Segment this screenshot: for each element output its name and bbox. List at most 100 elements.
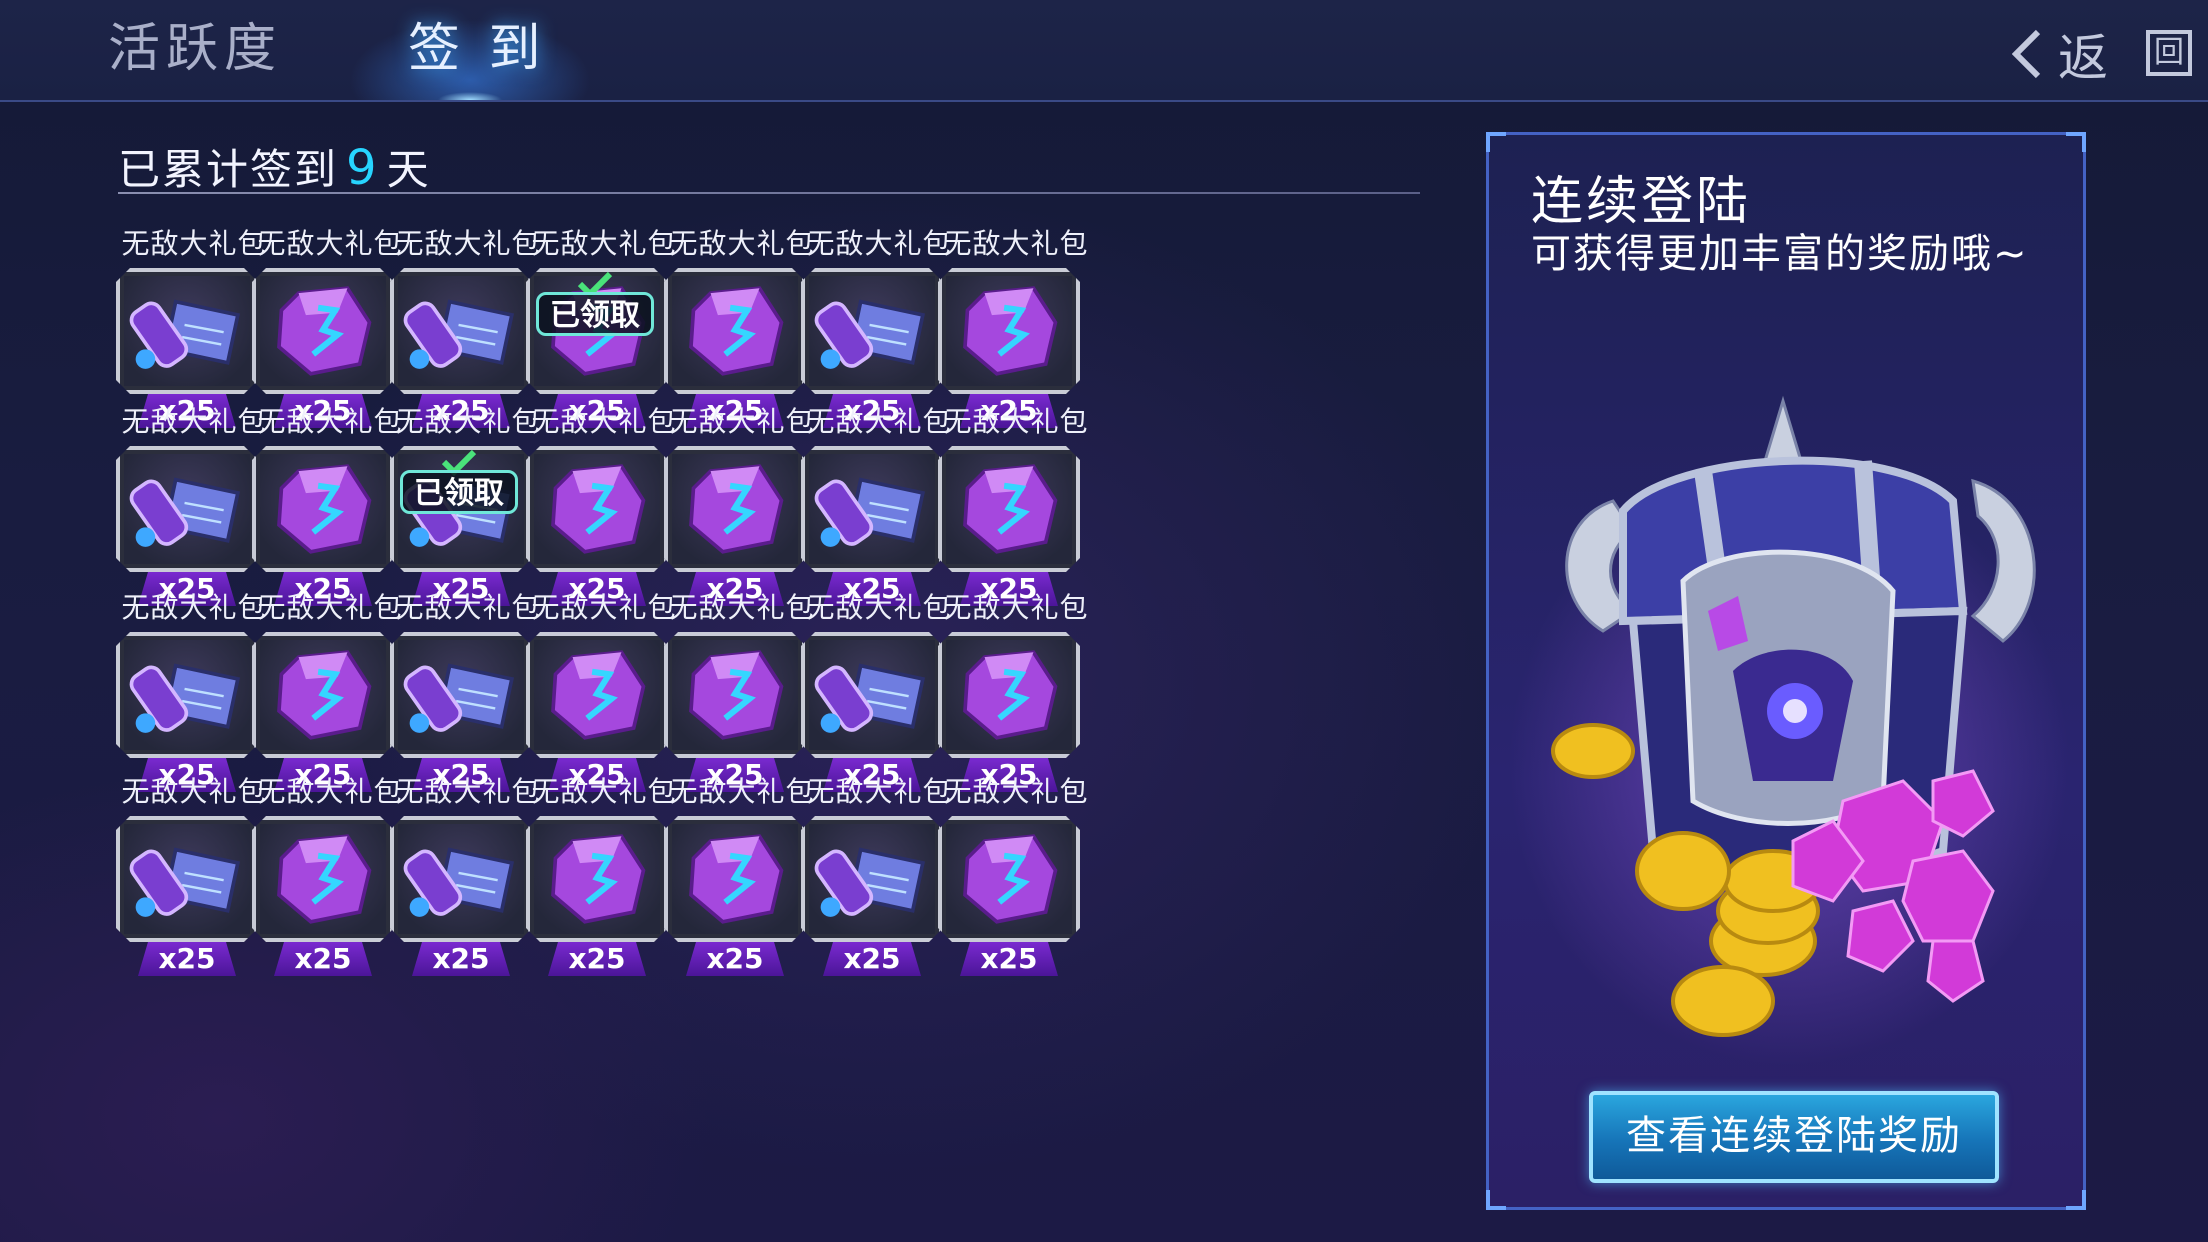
counter-prefix: 已累计签到 xyxy=(118,145,339,194)
reward-slot[interactable] xyxy=(252,268,394,394)
reward-icon xyxy=(124,454,250,564)
reward-slot[interactable] xyxy=(664,632,806,758)
reward-icon xyxy=(809,454,935,564)
reward-slot[interactable] xyxy=(938,816,1080,942)
back-button[interactable]: 返 xyxy=(2012,22,2108,87)
scroll-icon xyxy=(809,454,935,564)
reward-cell[interactable]: 无敌大礼包 x25 xyxy=(930,222,1102,418)
crystal-icon xyxy=(672,276,798,386)
scroll-icon xyxy=(809,276,935,386)
chevron-left-icon xyxy=(2012,29,2041,79)
reward-slot[interactable] xyxy=(526,632,668,758)
claimed-badge: 已领取 xyxy=(536,292,654,336)
reward-icon xyxy=(398,824,524,934)
reward-slot[interactable] xyxy=(664,268,806,394)
reward-quantity: x25 xyxy=(138,942,236,976)
reward-slot[interactable] xyxy=(116,268,258,394)
tab-signin[interactable]: 签 到 xyxy=(408,14,547,84)
scroll-icon xyxy=(124,454,250,564)
reward-slot[interactable] xyxy=(664,446,806,572)
reward-cell[interactable]: 无敌大礼包 x25 xyxy=(930,770,1102,966)
reward-icon xyxy=(124,640,250,750)
reward-slot[interactable] xyxy=(664,816,806,942)
reward-icon xyxy=(260,276,386,386)
panel-corner xyxy=(2066,132,2086,152)
crystal-icon xyxy=(946,454,1072,564)
counter-days: 9 xyxy=(346,140,379,196)
reward-slot[interactable] xyxy=(390,268,532,394)
panel-corner xyxy=(1486,1190,1506,1210)
tab-activity[interactable]: 活跃度 xyxy=(108,14,282,84)
panel-subtitle: 可获得更加丰富的奖励哦~ xyxy=(1531,231,2029,277)
reward-icon xyxy=(809,276,935,386)
reward-slot[interactable] xyxy=(526,816,668,942)
active-tab-indicator xyxy=(438,88,502,100)
scroll-icon xyxy=(124,824,250,934)
back-label: 返 xyxy=(2058,29,2108,87)
reward-icon xyxy=(398,640,524,750)
reward-slot[interactable] xyxy=(390,816,532,942)
reward-icon xyxy=(809,824,935,934)
reward-slot[interactable] xyxy=(252,632,394,758)
reward-quantity: x25 xyxy=(412,942,510,976)
reward-quantity: x25 xyxy=(548,942,646,976)
scroll-icon xyxy=(809,640,935,750)
reward-name: 无敌大礼包 xyxy=(943,591,1089,624)
reward-slot[interactable] xyxy=(801,446,943,572)
scroll-icon xyxy=(398,640,524,750)
view-continuous-rewards-button[interactable]: 查看连续登陆奖励 xyxy=(1589,1091,1999,1183)
reward-slot[interactable] xyxy=(938,632,1080,758)
scroll-icon xyxy=(124,276,250,386)
reward-icon xyxy=(534,640,660,750)
reward-grid: 无敌大礼包 x25 无敌大礼包 x25 无敌大礼包 x25 无敌大礼包 x25 已领取 无敌大礼包… xyxy=(108,222,1428,1222)
reward-icon xyxy=(124,276,250,386)
reward-slot[interactable] xyxy=(116,816,258,942)
crystal-icon xyxy=(534,824,660,934)
exit-button[interactable]: 回 xyxy=(2146,30,2192,76)
crystal-icon xyxy=(946,640,1072,750)
reward-name: 无敌大礼包 xyxy=(943,405,1089,438)
top-bar: 活跃度 签 到 返 回 xyxy=(0,0,2208,102)
panel-corner xyxy=(1486,132,1506,152)
scroll-icon xyxy=(809,824,935,934)
treasure-chest-icon xyxy=(1551,395,2036,1037)
scroll-icon xyxy=(398,276,524,386)
crystal-icon xyxy=(946,824,1072,934)
reward-icon xyxy=(260,454,386,564)
reward-icon xyxy=(672,276,798,386)
reward-cell[interactable]: 无敌大礼包 x25 xyxy=(930,400,1102,596)
crystal-icon xyxy=(672,640,798,750)
reward-slot[interactable] xyxy=(801,816,943,942)
reward-slot[interactable] xyxy=(390,632,532,758)
reward-icon xyxy=(946,824,1072,934)
reward-icon xyxy=(534,454,660,564)
reward-cell[interactable]: 无敌大礼包 x25 xyxy=(930,586,1102,782)
reward-slot[interactable] xyxy=(526,446,668,572)
reward-slot[interactable] xyxy=(938,268,1080,394)
reward-quantity: x25 xyxy=(823,942,921,976)
panel-corner xyxy=(2066,1190,2086,1210)
reward-slot[interactable] xyxy=(252,446,394,572)
reward-slot[interactable] xyxy=(938,446,1080,572)
crystal-icon xyxy=(260,454,386,564)
reward-icon xyxy=(946,276,1072,386)
reward-slot[interactable] xyxy=(252,816,394,942)
scroll-icon xyxy=(124,640,250,750)
reward-slot[interactable] xyxy=(116,632,258,758)
reward-icon xyxy=(946,454,1072,564)
reward-icon xyxy=(672,824,798,934)
crystal-icon xyxy=(534,454,660,564)
divider xyxy=(118,192,1420,194)
reward-slot[interactable] xyxy=(116,446,258,572)
counter-suffix: 天 xyxy=(386,145,431,194)
crystal-icon xyxy=(260,824,386,934)
crystal-icon xyxy=(534,640,660,750)
crystal-icon xyxy=(946,276,1072,386)
reward-name: 无敌大礼包 xyxy=(943,775,1089,808)
crystal-icon xyxy=(260,640,386,750)
reward-quantity: x25 xyxy=(960,942,1058,976)
reward-slot[interactable] xyxy=(801,268,943,394)
reward-icon xyxy=(534,824,660,934)
claimed-badge: 已领取 xyxy=(400,470,518,514)
reward-slot[interactable] xyxy=(801,632,943,758)
